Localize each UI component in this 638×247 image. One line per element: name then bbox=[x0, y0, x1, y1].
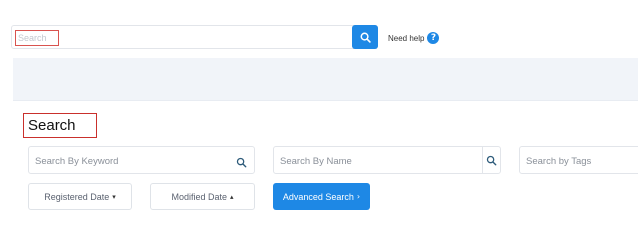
tags-search-field bbox=[519, 146, 638, 174]
name-search-input[interactable] bbox=[280, 154, 460, 168]
page-title: Search bbox=[23, 113, 97, 138]
search-icon bbox=[360, 32, 371, 43]
registered-date-label: Registered Date bbox=[44, 191, 110, 202]
keyword-search-field bbox=[28, 146, 255, 174]
global-search-box bbox=[11, 25, 378, 49]
name-search-field bbox=[273, 146, 501, 174]
modified-date-label: Modified Date bbox=[171, 191, 227, 202]
chevron-down-icon: ▾ bbox=[112, 192, 116, 201]
global-search-input[interactable] bbox=[18, 31, 318, 45]
registered-date-sort-button[interactable]: Registered Date ▾ bbox=[28, 183, 132, 210]
search-icon[interactable] bbox=[236, 155, 247, 168]
global-search-button[interactable] bbox=[352, 25, 378, 49]
need-help-label: Need help bbox=[388, 33, 425, 43]
advanced-search-label: Advanced Search bbox=[282, 191, 354, 202]
chevron-up-icon: ▴ bbox=[230, 192, 234, 201]
search-icon[interactable] bbox=[482, 147, 500, 173]
advanced-search-button[interactable]: Advanced Search › bbox=[273, 183, 370, 210]
chevron-right-icon: › bbox=[356, 192, 361, 201]
keyword-search-input[interactable] bbox=[35, 154, 215, 168]
page-banner bbox=[13, 58, 638, 100]
banner-divider bbox=[13, 100, 638, 101]
page-title-text: Search bbox=[28, 117, 76, 134]
modified-date-sort-button[interactable]: Modified Date ▴ bbox=[150, 183, 255, 210]
need-help-link[interactable]: Need help ? bbox=[388, 31, 440, 45]
tags-search-input[interactable] bbox=[526, 154, 636, 168]
help-icon: ? bbox=[427, 32, 440, 44]
